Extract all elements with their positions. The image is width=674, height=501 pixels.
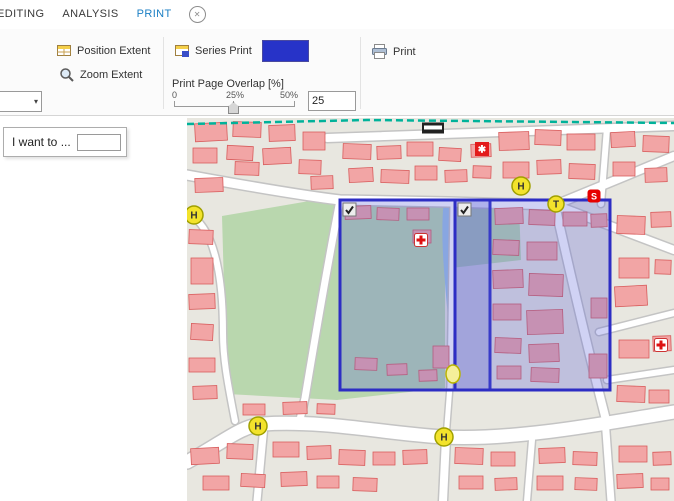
tab-bar: EDITING ANALYSIS PRINT ✕ [0, 0, 674, 30]
chevron-down-icon: ▾ [34, 97, 38, 106]
slider-tick-25: 25% [226, 90, 244, 100]
svg-text:✱: ✱ [478, 145, 487, 156]
printer-icon [371, 43, 388, 60]
zoom-extent-label: Zoom Extent [80, 69, 142, 81]
i-want-to-input[interactable] [77, 134, 121, 151]
series-print-icon [174, 43, 190, 59]
svg-text:S: S [591, 192, 597, 202]
hospital-cross-icon [655, 339, 668, 352]
i-want-to-box: I want to ... [3, 127, 127, 157]
ribbon-separator [360, 37, 361, 109]
transit-stop-marker: H [512, 177, 530, 195]
overlap-slider: 0 25% 50% [172, 90, 298, 116]
position-extent-button[interactable]: Position Extent [53, 41, 153, 61]
svg-text:H: H [517, 182, 524, 193]
slider-tick-50: 50% [280, 90, 298, 100]
asterisk-badge-icon: ✱ [475, 142, 489, 156]
overlap-group-label: Print Page Overlap [%] [172, 78, 284, 90]
overlap-input[interactable] [308, 91, 356, 111]
app-window: EDITING ANALYSIS PRINT ✕ Position Extent… [0, 0, 674, 501]
close-tab-icon[interactable]: ✕ [189, 6, 206, 23]
print-label: Print [393, 46, 416, 58]
close-x-glyph: ✕ [194, 10, 201, 19]
zoom-extent-button[interactable]: Zoom Extent [56, 65, 145, 85]
transit-stop-marker: T [548, 196, 564, 212]
slider-thumb[interactable] [228, 102, 239, 114]
position-extent-label: Position Extent [77, 45, 150, 57]
ribbon: Position Extent Zoom Extent Series Print… [0, 29, 674, 116]
print-page-checkbox[interactable] [343, 203, 356, 216]
map-viewport: ✱ S H H T H H [187, 118, 674, 501]
series-print-button[interactable]: Series Print [171, 41, 255, 61]
slider-tick-0: 0 [172, 90, 177, 100]
map-canvas[interactable]: ✱ S H H T H H [187, 118, 674, 501]
print-page-checkbox[interactable] [458, 203, 471, 216]
transit-stop-marker: H [187, 206, 203, 224]
s-logo-icon: S [588, 190, 601, 203]
series-print-color-swatch[interactable] [262, 40, 309, 62]
tab-editing[interactable]: EDITING [0, 0, 53, 29]
ribbon-separator [163, 37, 164, 109]
tab-print[interactable]: PRINT [128, 0, 181, 29]
svg-text:H: H [254, 422, 261, 433]
svg-text:H: H [440, 433, 447, 444]
print-page-extent[interactable] [455, 200, 610, 390]
svg-text:T: T [553, 200, 559, 211]
hotel-sign-icon [422, 123, 444, 134]
svg-text:H: H [190, 211, 197, 222]
magnifier-icon [59, 67, 75, 83]
ribbon-dropdown[interactable]: ▾ [0, 91, 42, 112]
tab-analysis[interactable]: ANALYSIS [53, 0, 127, 29]
print-button[interactable]: Print [368, 41, 419, 62]
transit-stop-marker: H [249, 417, 267, 435]
position-extent-icon [56, 43, 72, 59]
i-want-to-label: I want to ... [12, 135, 71, 149]
hospital-cross-icon [415, 234, 428, 247]
transit-stop-marker: H [435, 428, 453, 446]
series-print-label: Series Print [195, 45, 252, 57]
